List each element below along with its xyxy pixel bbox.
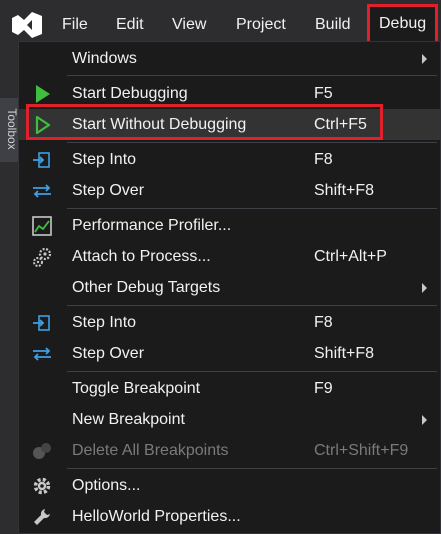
menu-item-label: HelloWorld Properties... [72,508,241,525]
menu-separator [67,371,437,372]
menu-item-step-into[interactable]: Step Into F8 [19,144,440,175]
menu-item-helloworld-properties[interactable]: HelloWorld Properties... [19,501,440,532]
menu-item-label: Step Over [72,345,145,362]
debug-menu-dropdown: Windows Start Debugging F5 Start Without… [18,41,441,534]
menu-item-label: Other Debug Targets [72,279,221,296]
submenu-arrow-icon [422,415,427,425]
submenu-arrow-icon [422,283,427,293]
step-into-icon [33,315,50,331]
menu-item-label: New Breakpoint [72,411,185,428]
menu-item-toggle-breakpoint[interactable]: Toggle Breakpoint F9 [19,373,440,404]
menu-item-shortcut: Shift+F8 [314,345,375,362]
step-into-icon [33,152,50,168]
menu-item-step-over-2[interactable]: Step Over Shift+F8 [19,338,440,369]
step-over-icon [33,184,51,198]
menu-item-shortcut: F8 [314,151,333,168]
menu-item-start-debugging[interactable]: Start Debugging F5 [19,78,440,109]
menu-item-label: Step Over [72,182,145,199]
play-filled-icon [36,85,50,103]
menu-item-other-debug-targets[interactable]: Other Debug Targets [19,272,440,303]
menu-item-windows[interactable]: Windows [19,43,440,74]
gears-icon [33,247,52,267]
delete-breakpoints-icon [33,443,51,459]
menu-item-shortcut: F5 [314,85,333,102]
menu-item-performance-profiler[interactable]: Performance Profiler... [19,210,440,241]
menu-item-start-without-debugging[interactable]: Start Without Debugging Ctrl+F5 [19,109,440,140]
step-over-icon [33,347,51,361]
submenu-arrow-icon [422,54,427,64]
menu-item-shortcut: Shift+F8 [314,182,375,199]
menu-separator [67,208,437,209]
menu-item-new-breakpoint[interactable]: New Breakpoint [19,404,440,435]
menu-item-options[interactable]: Options... [19,470,440,501]
menu-item-shortcut: F9 [314,380,333,397]
wrench-icon [34,509,50,525]
menu-separator [67,305,437,306]
menu-item-shortcut: Ctrl+Shift+F9 [314,442,409,459]
visual-studio-logo-icon[interactable] [10,10,44,40]
menu-separator [67,142,437,143]
menu-item-label: Toggle Breakpoint [72,380,201,397]
menu-item-delete-all-breakpoints: Delete All Breakpoints Ctrl+Shift+F9 [19,435,440,466]
play-outline-icon [35,115,51,135]
menu-item-shortcut: Ctrl+Alt+P [314,248,387,265]
menu-separator [67,75,437,76]
menu-item-shortcut: F8 [314,314,333,331]
menu-separator [67,468,437,469]
menu-item-label: Options... [72,477,141,494]
toolbox-tab-label: Toolbox [5,108,19,150]
menu-item-label: Step Into [72,151,137,168]
menu-item-step-over[interactable]: Step Over Shift+F8 [19,175,440,206]
menu-item-label: Windows [72,50,137,67]
menu-item-label: Step Into [72,314,137,331]
menu-item-label: Start Debugging [72,85,188,102]
menu-item-shortcut: Ctrl+F5 [314,116,367,133]
menu-item-label: Performance Profiler... [72,217,232,234]
performance-chart-icon [32,216,52,236]
gear-icon [33,477,51,495]
menu-item-attach-to-process[interactable]: Attach to Process... Ctrl+Alt+P [19,241,440,272]
menu-item-step-into-2[interactable]: Step Into F8 [19,307,440,338]
menu-item-label: Attach to Process... [72,248,211,265]
menu-item-label: Start Without Debugging [72,116,247,133]
menu-item-label: Delete All Breakpoints [72,442,229,459]
menu-debug[interactable]: Debug [367,4,439,44]
